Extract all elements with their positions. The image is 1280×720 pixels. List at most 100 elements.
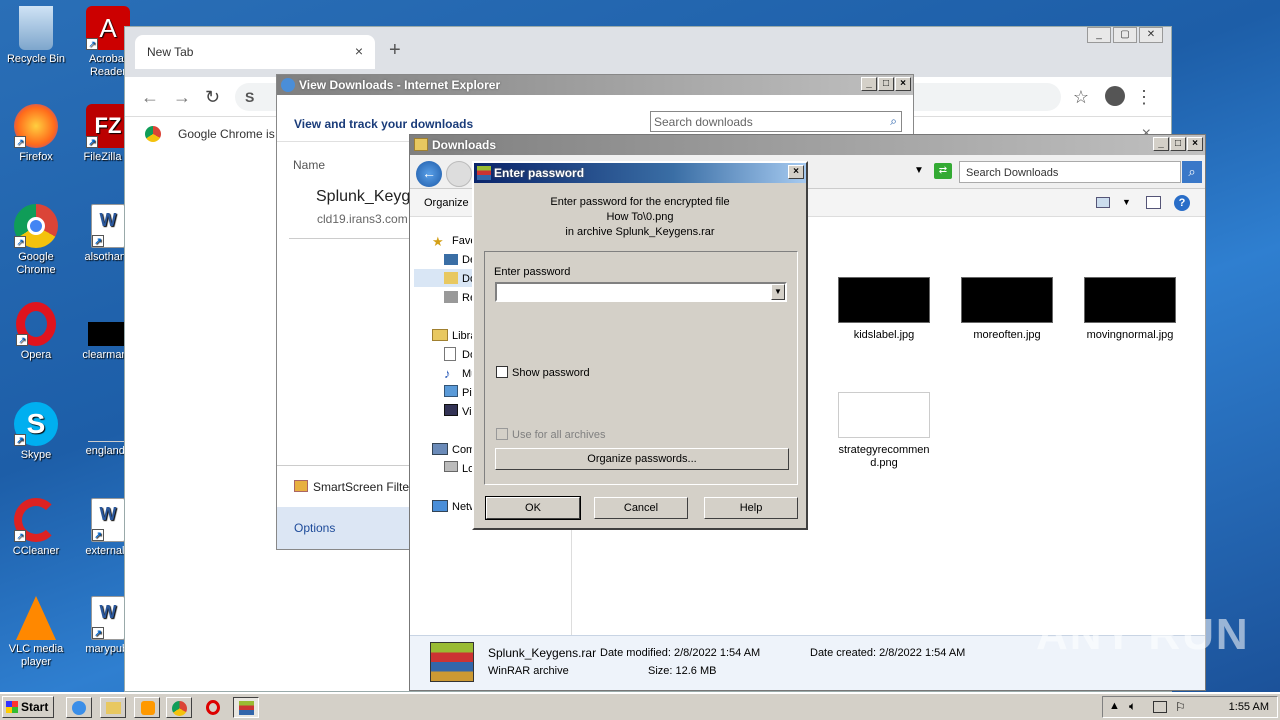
explorer-search-input[interactable]: Search Downloads bbox=[959, 161, 1181, 183]
desktop-icon-ccleaner[interactable]: ↗ CCleaner bbox=[0, 498, 72, 558]
show-password-label[interactable]: Show password bbox=[512, 367, 590, 379]
chrome-tab[interactable]: New Tab × bbox=[135, 35, 375, 69]
desktop-icon-skype[interactable]: S ↗ Skype bbox=[0, 402, 72, 462]
help-button[interactable]: Help bbox=[704, 497, 798, 519]
column-header-name[interactable]: Name bbox=[293, 158, 325, 172]
desktop-icon-chrome[interactable]: ↗ Google Chrome bbox=[0, 204, 72, 277]
download-file-name[interactable]: Splunk_Keyg bbox=[316, 188, 410, 206]
profile-icon[interactable] bbox=[1105, 86, 1125, 106]
back-arrow-icon[interactable]: ← bbox=[416, 161, 442, 187]
maximize-button[interactable]: □ bbox=[1170, 137, 1186, 151]
taskbar-media-player[interactable] bbox=[134, 697, 160, 718]
winrar-icon bbox=[239, 701, 254, 715]
close-button[interactable]: ✕ bbox=[1139, 27, 1163, 43]
file-item[interactable]: movingnormal.jpg bbox=[1070, 277, 1190, 341]
file-item[interactable]: strategyrecommend.png bbox=[824, 392, 944, 470]
taskbar-explorer[interactable] bbox=[100, 697, 126, 718]
password-input[interactable]: ▼ bbox=[495, 282, 787, 302]
anyrun-watermark: ANY RUN bbox=[1036, 610, 1250, 659]
maximize-button[interactable]: ▢ bbox=[1113, 27, 1137, 43]
dialog-group-box: Enter password ▼ Show password Use for a… bbox=[484, 251, 798, 485]
show-password-checkbox[interactable] bbox=[496, 366, 508, 378]
image-thumbnail bbox=[961, 277, 1053, 323]
chrome-icon bbox=[172, 701, 187, 716]
search-icon[interactable]: ⌕ bbox=[1182, 161, 1202, 183]
word-doc-icon: W ↗ bbox=[91, 498, 125, 542]
dialog-title: Enter password bbox=[494, 166, 585, 180]
documents-icon bbox=[444, 347, 456, 361]
blank-file-icon bbox=[88, 402, 128, 442]
file-item[interactable]: kidslabel.jpg bbox=[824, 277, 944, 341]
folder-icon bbox=[106, 702, 121, 714]
minimize-button[interactable]: _ bbox=[861, 77, 877, 91]
tab-close-icon[interactable]: × bbox=[355, 43, 363, 59]
shortcut-arrow-icon: ↗ bbox=[92, 235, 104, 247]
taskbar-opera[interactable] bbox=[200, 697, 226, 718]
omnibox-text: S bbox=[245, 89, 255, 105]
close-button[interactable]: × bbox=[788, 165, 804, 179]
word-doc-icon: W ↗ bbox=[91, 204, 125, 248]
file-name: kidslabel.jpg bbox=[853, 329, 915, 341]
desktop-icon-opera[interactable]: ↗ Opera bbox=[0, 302, 72, 362]
file-item[interactable]: moreoften.jpg bbox=[947, 277, 1067, 341]
menu-dots-icon[interactable]: ⋮ bbox=[1135, 87, 1153, 108]
smartscreen-text[interactable]: SmartScreen Filte bbox=[313, 480, 409, 494]
chrome-tabbar: New Tab × + _ ▢ ✕ bbox=[125, 27, 1171, 77]
start-button[interactable]: Start bbox=[2, 696, 54, 718]
organize-passwords-button[interactable]: Organize passwords... bbox=[495, 448, 789, 470]
minimize-button[interactable]: _ bbox=[1153, 137, 1169, 151]
help-icon[interactable]: ? bbox=[1174, 195, 1190, 211]
close-button[interactable]: × bbox=[1187, 137, 1203, 151]
taskbar-chrome[interactable] bbox=[166, 697, 192, 718]
view-icon[interactable] bbox=[1096, 197, 1110, 208]
chrome-window-controls: _ ▢ ✕ bbox=[1087, 27, 1163, 43]
desktop-icon-vlc[interactable]: VLC media player bbox=[0, 596, 72, 669]
details-modified: Date modified: 2/8/2022 1:54 AM bbox=[600, 647, 761, 659]
search-icon[interactable]: ⌕ bbox=[890, 114, 897, 129]
word-doc-icon: W ↗ bbox=[91, 596, 125, 640]
cancel-button[interactable]: Cancel bbox=[594, 497, 688, 519]
forward-arrow-icon[interactable]: → bbox=[173, 87, 191, 108]
network-tray-icon[interactable] bbox=[1153, 701, 1167, 713]
desktop-icon-firefox[interactable]: ↗ Firefox bbox=[0, 104, 72, 164]
taskbar-winrar[interactable] bbox=[233, 697, 259, 718]
refresh-icon[interactable]: ⇄ bbox=[934, 163, 952, 179]
password-dialog[interactable]: Enter password × Enter password for the … bbox=[472, 161, 808, 530]
reload-icon[interactable]: ↻ bbox=[205, 87, 220, 108]
nav-videos[interactable]: Vi bbox=[462, 406, 472, 418]
winrar-icon bbox=[477, 166, 491, 180]
ccleaner-icon: ↗ bbox=[14, 498, 58, 542]
star-icon: ★ bbox=[432, 234, 444, 249]
taskbar-ie[interactable] bbox=[66, 697, 92, 718]
desktop-icon-recycle-bin[interactable]: Recycle Bin bbox=[0, 6, 72, 66]
minimize-button[interactable]: _ bbox=[1087, 27, 1111, 43]
desktop-icon-label: Opera bbox=[20, 349, 52, 361]
details-size: Size: 12.6 MB bbox=[648, 665, 717, 677]
ie-search-input[interactable]: Search downloads ⌕ bbox=[650, 111, 902, 132]
preview-pane-icon[interactable] bbox=[1146, 196, 1161, 209]
new-tab-button[interactable]: + bbox=[389, 39, 401, 62]
password-history-dropdown-icon[interactable]: ▼ bbox=[771, 284, 785, 300]
organize-button[interactable]: Organize bbox=[424, 197, 469, 209]
ie-window-controls: _ □ × bbox=[861, 77, 911, 91]
use-for-all-label: Use for all archives bbox=[512, 429, 606, 441]
clock[interactable]: 1:55 AM bbox=[1229, 701, 1269, 713]
volume-icon[interactable]: 🔈︎ bbox=[1129, 699, 1136, 714]
details-filename: Splunk_Keygens.rar bbox=[488, 646, 597, 660]
maximize-button[interactable]: □ bbox=[878, 77, 894, 91]
desktop-icon bbox=[444, 254, 458, 265]
tab-title: New Tab bbox=[147, 45, 194, 59]
options-link[interactable]: Options bbox=[294, 521, 335, 535]
windows-logo-icon bbox=[6, 701, 18, 713]
flag-icon[interactable]: ⚐ bbox=[1175, 700, 1186, 714]
downloads-folder-icon bbox=[444, 272, 458, 284]
shortcut-arrow-icon: ↗ bbox=[14, 434, 26, 446]
star-icon[interactable]: ☆ bbox=[1073, 87, 1089, 108]
back-arrow-icon[interactable]: ← bbox=[141, 87, 159, 108]
view-dropdown-icon[interactable]: ▼ bbox=[1122, 197, 1131, 207]
ok-button[interactable]: OK bbox=[485, 496, 581, 520]
tray-expand-icon[interactable]: ▲ bbox=[1109, 700, 1120, 712]
close-button[interactable]: × bbox=[895, 77, 911, 91]
address-dropdown-icon[interactable]: ▼ bbox=[914, 165, 924, 176]
forward-arrow-icon[interactable] bbox=[446, 161, 472, 187]
